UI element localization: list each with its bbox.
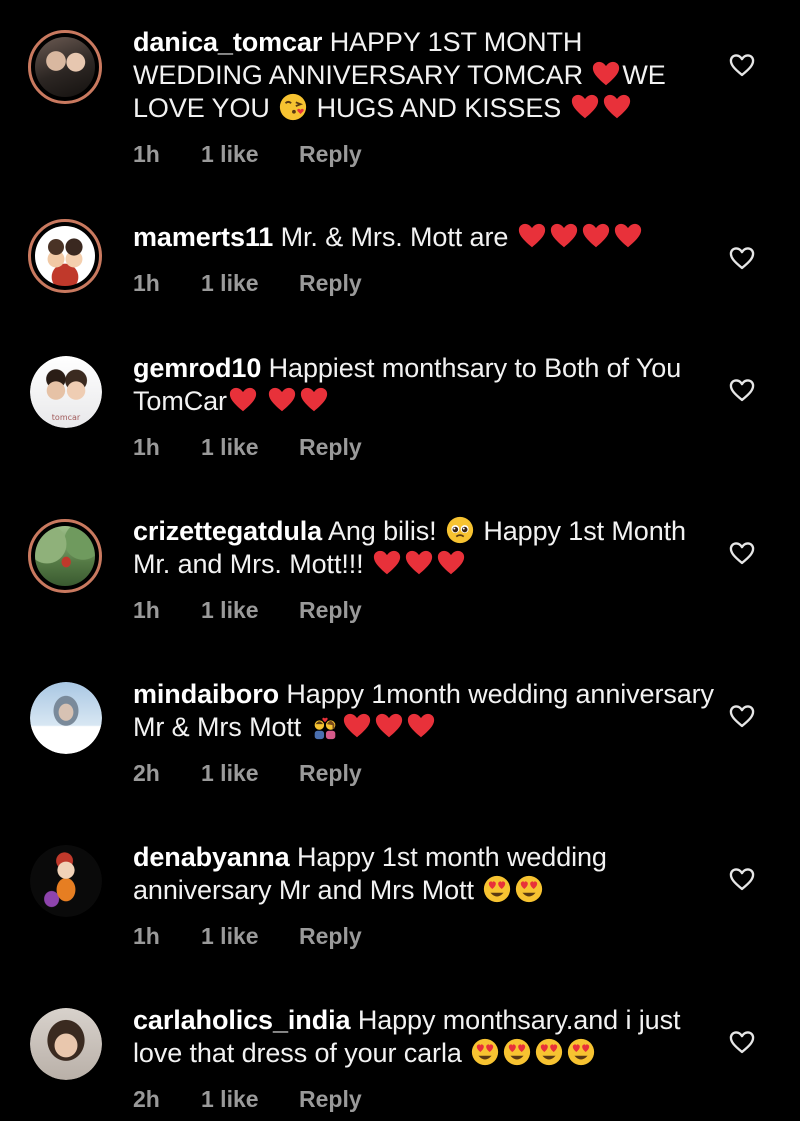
- comment-text-segment: [259, 386, 266, 416]
- comment-body: crizettegatdula Ang bilis! Happy 1st Mon…: [133, 515, 718, 625]
- avatar[interactable]: [30, 682, 102, 754]
- like-heart-icon[interactable]: [728, 376, 756, 404]
- comment-username[interactable]: mindaiboro: [133, 679, 279, 709]
- comment-text-segment: HUGS AND KISSES: [309, 93, 569, 123]
- avatar[interactable]: [28, 519, 102, 593]
- comment-meta: 1h 1 like Reply: [133, 139, 718, 169]
- avatar-caption: tomcar: [51, 413, 81, 422]
- avatar[interactable]: [30, 845, 102, 917]
- comment-meta: 2h 1 like Reply: [133, 758, 718, 788]
- heart-emoji-icon: [299, 385, 329, 415]
- comment-meta: 1h 1 like Reply: [133, 595, 718, 625]
- kiss-emoji-icon: [278, 92, 308, 122]
- comment-body: carlaholics_india Happy monthsary.and i …: [133, 1004, 718, 1114]
- heart-emoji-icon: [613, 221, 643, 251]
- comment-time: 2h: [133, 1086, 160, 1112]
- comment-text: crizettegatdula Ang bilis! Happy 1st Mon…: [133, 515, 718, 581]
- comment-username[interactable]: denabyanna: [133, 842, 290, 872]
- hearteyes-emoji-icon: [566, 1037, 596, 1067]
- comment-body: mindaiboro Happy 1month wedding annivers…: [133, 678, 718, 788]
- comment-text-segment: Mr. & Mrs. Mott are: [280, 222, 516, 252]
- comment-username[interactable]: gemrod10: [133, 353, 261, 383]
- heart-emoji-icon: [570, 92, 600, 122]
- reply-button[interactable]: Reply: [299, 595, 362, 625]
- comment-time: 2h: [133, 760, 160, 786]
- heart-emoji-icon: [591, 59, 621, 89]
- reply-button[interactable]: Reply: [299, 139, 362, 169]
- like-heart-icon[interactable]: [728, 244, 756, 272]
- comment-username[interactable]: crizettegatdula: [133, 516, 322, 546]
- heart-emoji-icon: [374, 711, 404, 741]
- heart-emoji-icon: [267, 385, 297, 415]
- reply-button[interactable]: Reply: [299, 268, 362, 298]
- heart-emoji-icon: [602, 92, 632, 122]
- comment-time: 1h: [133, 923, 160, 949]
- like-heart-icon[interactable]: [728, 539, 756, 567]
- comment-message: Mr. & Mrs. Mott are: [281, 222, 644, 252]
- hearteyes-emoji-icon: [482, 874, 512, 904]
- reply-button[interactable]: Reply: [299, 432, 362, 462]
- avatar[interactable]: tomcar: [30, 356, 102, 428]
- comment-username[interactable]: danica_tomcar: [133, 27, 322, 57]
- comment-meta: 1h 1 like Reply: [133, 432, 718, 462]
- heart-emoji-icon: [372, 548, 402, 578]
- like-heart-icon[interactable]: [728, 702, 756, 730]
- couple-emoji-icon: [310, 711, 340, 741]
- comment-username[interactable]: mamerts11: [133, 222, 273, 252]
- comments-list: danica_tomcar HAPPY 1ST MONTH WEDDING AN…: [0, 0, 800, 1121]
- heart-emoji-icon: [404, 548, 434, 578]
- comment-text-segment: Ang bilis!: [327, 516, 444, 546]
- comment-time: 1h: [133, 434, 160, 460]
- comment-meta: 1h 1 like Reply: [133, 921, 718, 951]
- like-heart-icon[interactable]: [728, 865, 756, 893]
- hearteyes-emoji-icon: [534, 1037, 564, 1067]
- reply-button[interactable]: Reply: [299, 1084, 362, 1114]
- comment-body: denabyanna Happy 1st month wedding anniv…: [133, 841, 718, 951]
- reply-button[interactable]: Reply: [299, 758, 362, 788]
- hearteyes-emoji-icon: [502, 1037, 532, 1067]
- comment-meta: 2h 1 like Reply: [133, 1084, 718, 1114]
- comment-text: carlaholics_india Happy monthsary.and i …: [133, 1004, 718, 1070]
- comment-time: 1h: [133, 597, 160, 623]
- comment-likes[interactable]: 1 like: [201, 268, 299, 298]
- comment-likes[interactable]: 1 like: [201, 139, 299, 169]
- comment-body: mamerts11 Mr. & Mrs. Mott are 1h 1 like Re…: [133, 221, 718, 298]
- hearteyes-emoji-icon: [514, 874, 544, 904]
- comment-time: 1h: [133, 141, 160, 167]
- comment-body: gemrod10 Happiest monthsary to Both of Y…: [133, 352, 718, 462]
- heart-emoji-icon: [549, 221, 579, 251]
- pleading-emoji-icon: [445, 515, 475, 545]
- like-heart-icon[interactable]: [728, 51, 756, 79]
- comment-time: 1h: [133, 270, 160, 296]
- heart-emoji-icon: [436, 548, 466, 578]
- comment-text: danica_tomcar HAPPY 1ST MONTH WEDDING AN…: [133, 26, 718, 125]
- heart-emoji-icon: [228, 385, 258, 415]
- comment-text: mamerts11 Mr. & Mrs. Mott are: [133, 221, 718, 254]
- comment-likes[interactable]: 1 like: [201, 432, 299, 462]
- comment-text: gemrod10 Happiest monthsary to Both of Y…: [133, 352, 718, 418]
- heart-emoji-icon: [517, 221, 547, 251]
- comment-body: danica_tomcar HAPPY 1ST MONTH WEDDING AN…: [133, 26, 718, 169]
- avatar[interactable]: [30, 1008, 102, 1080]
- heart-emoji-icon: [406, 711, 436, 741]
- hearteyes-emoji-icon: [470, 1037, 500, 1067]
- comment-username[interactable]: carlaholics_india: [133, 1005, 351, 1035]
- reply-button[interactable]: Reply: [299, 921, 362, 951]
- comment-likes[interactable]: 1 like: [201, 921, 299, 951]
- comment-likes[interactable]: 1 like: [201, 758, 299, 788]
- comment-text: mindaiboro Happy 1month wedding annivers…: [133, 678, 718, 744]
- heart-emoji-icon: [581, 221, 611, 251]
- like-heart-icon[interactable]: [728, 1028, 756, 1056]
- avatar[interactable]: [28, 219, 102, 293]
- heart-emoji-icon: [342, 711, 372, 741]
- comment-likes[interactable]: 1 like: [201, 595, 299, 625]
- avatar[interactable]: [28, 30, 102, 104]
- comment-meta: 1h 1 like Reply: [133, 268, 718, 298]
- comment-likes[interactable]: 1 like: [201, 1084, 299, 1114]
- comment-text: denabyanna Happy 1st month wedding anniv…: [133, 841, 718, 907]
